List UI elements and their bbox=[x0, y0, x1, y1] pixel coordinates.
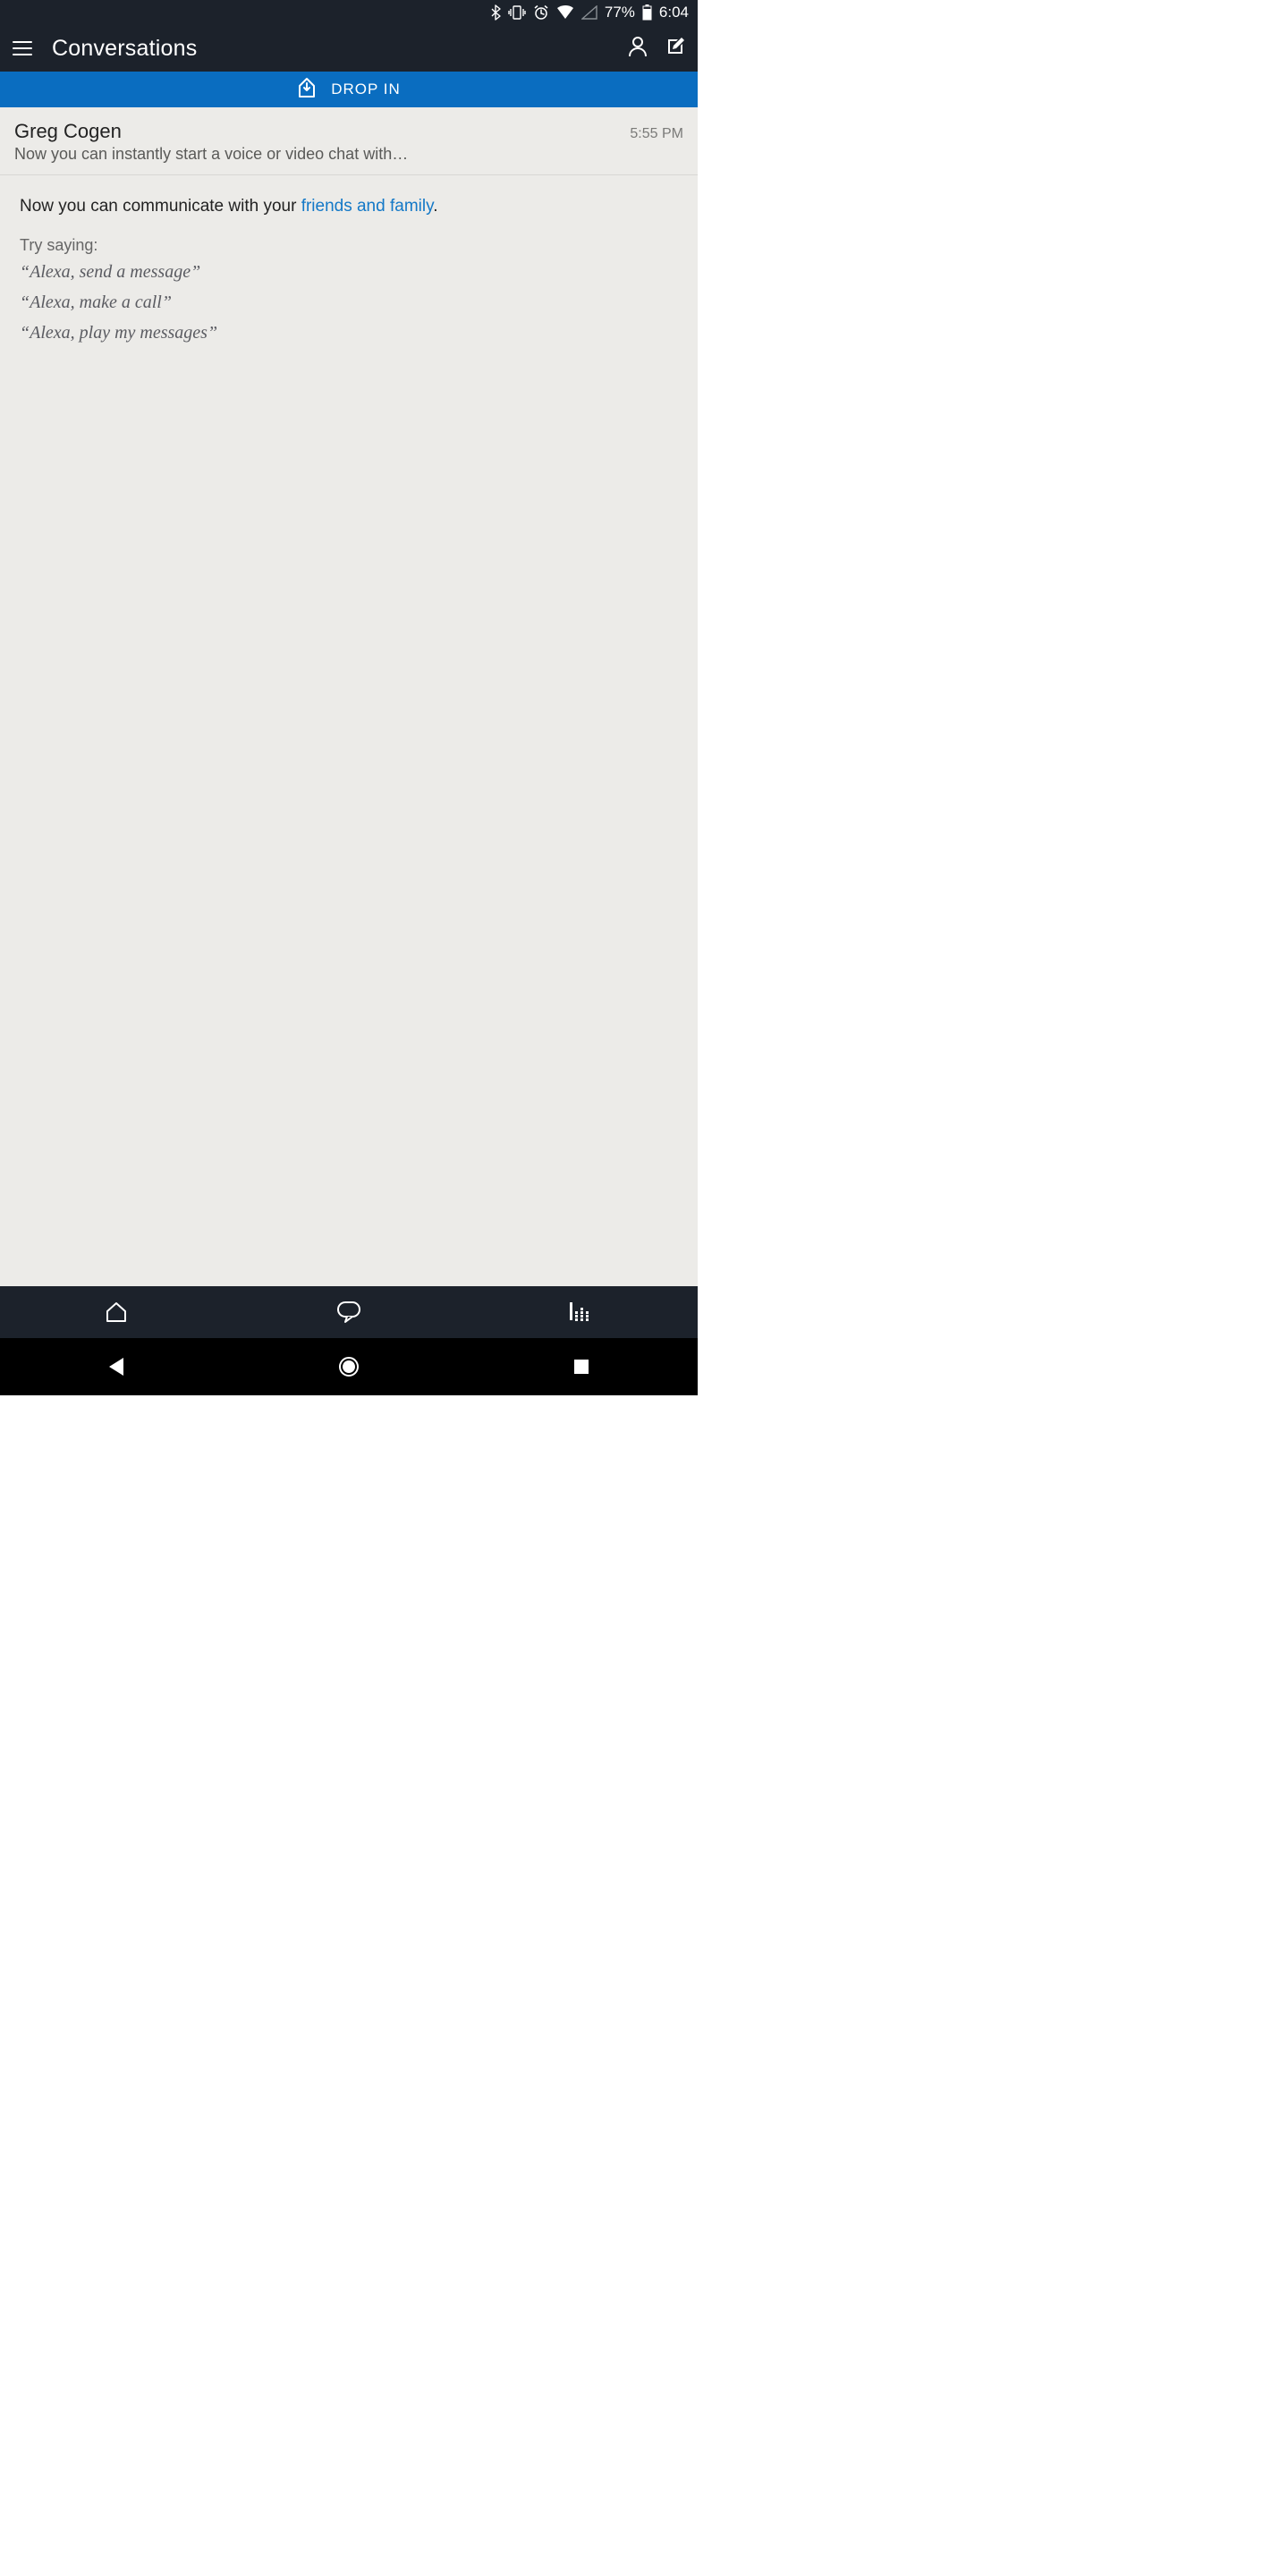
tips-lead-prefix: Now you can communicate with your bbox=[20, 197, 301, 216]
vibrate-icon bbox=[508, 5, 526, 20]
friends-family-link[interactable]: friends and family bbox=[301, 197, 434, 216]
battery-icon bbox=[642, 4, 652, 21]
cellular-empty-icon bbox=[581, 5, 597, 20]
drop-in-label: DROP IN bbox=[331, 80, 401, 98]
sys-home-button[interactable] bbox=[304, 1356, 394, 1377]
tips-section: Now you can communicate with your friend… bbox=[0, 175, 698, 368]
drop-in-bar[interactable]: DROP IN bbox=[0, 72, 698, 107]
alarm-icon bbox=[533, 4, 549, 21]
bottom-nav bbox=[0, 1286, 698, 1338]
battery-percent: 77% bbox=[605, 4, 635, 21]
status-clock: 6:04 bbox=[659, 4, 689, 21]
app-header: Conversations bbox=[0, 25, 698, 72]
sys-recent-button[interactable] bbox=[537, 1360, 626, 1374]
menu-button[interactable] bbox=[13, 41, 32, 55]
try-saying-label: Try saying: bbox=[20, 236, 678, 255]
nav-conversations[interactable] bbox=[304, 1301, 394, 1324]
drop-in-icon bbox=[297, 77, 317, 103]
compose-button[interactable] bbox=[665, 37, 685, 61]
phrase-1: “Alexa, send a message” bbox=[20, 258, 678, 285]
nav-home[interactable] bbox=[72, 1301, 161, 1324]
page-title: Conversations bbox=[52, 36, 608, 62]
system-nav bbox=[0, 1338, 698, 1395]
recent-square-icon bbox=[574, 1360, 589, 1374]
tips-lead-suffix: . bbox=[433, 197, 437, 216]
status-bar: 77% 6:04 bbox=[0, 0, 698, 25]
wifi-icon bbox=[556, 5, 574, 20]
tips-lead: Now you can communicate with your friend… bbox=[20, 197, 678, 216]
contacts-button[interactable] bbox=[628, 36, 648, 62]
conversation-time: 5:55 PM bbox=[630, 126, 683, 142]
conversation-item[interactable]: Greg Cogen 5:55 PM Now you can instantly… bbox=[0, 107, 698, 175]
conversation-preview: Now you can instantly start a voice or v… bbox=[14, 145, 683, 164]
nav-music[interactable] bbox=[537, 1302, 626, 1322]
content-area: Greg Cogen 5:55 PM Now you can instantly… bbox=[0, 107, 698, 1286]
bluetooth-icon bbox=[491, 4, 501, 21]
phrase-3: “Alexa, play my messages” bbox=[20, 319, 678, 346]
sys-back-button[interactable] bbox=[72, 1358, 161, 1376]
back-triangle-icon bbox=[109, 1358, 123, 1376]
conversation-name: Greg Cogen bbox=[14, 120, 122, 143]
phrase-2: “Alexa, make a call” bbox=[20, 289, 678, 316]
